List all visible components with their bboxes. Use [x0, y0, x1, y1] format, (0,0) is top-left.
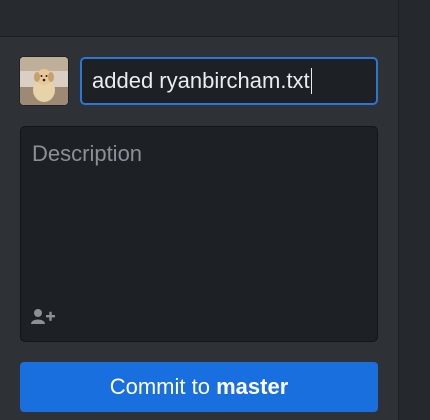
author-avatar[interactable] — [20, 57, 68, 105]
commit-button-prefix: Commit to — [109, 374, 217, 399]
commit-button-branch: master — [216, 374, 289, 399]
diff-pane-edge — [398, 0, 430, 420]
commit-summary-input[interactable]: added ryanbircham.txt — [80, 57, 378, 105]
description-placeholder: Description — [32, 141, 143, 166]
changes-list-area — [0, 0, 398, 37]
commit-panel: added ryanbircham.txt Description Commit… — [0, 0, 430, 420]
commit-summary-text: added ryanbircham.txt — [92, 68, 310, 93]
text-cursor — [310, 68, 313, 94]
dog-avatar-image — [20, 57, 68, 105]
commit-button[interactable]: Commit to master — [20, 362, 378, 412]
add-coauthor-icon[interactable] — [31, 308, 57, 326]
commit-description-textarea[interactable]: Description — [20, 126, 378, 342]
